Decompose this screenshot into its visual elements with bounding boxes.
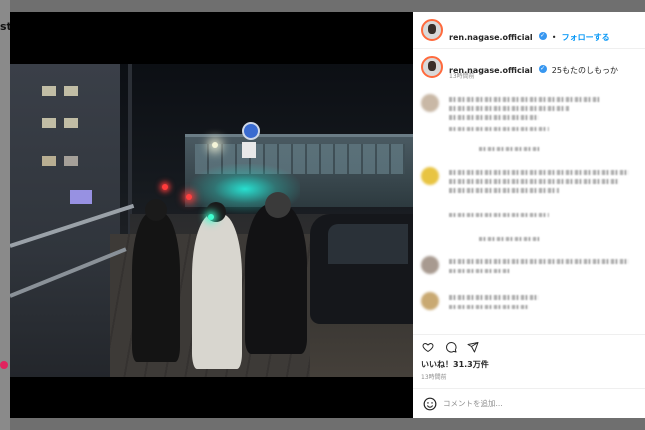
comment-text-blurred (449, 179, 619, 184)
author-avatar[interactable] (421, 19, 443, 41)
person-white-jacket (192, 214, 242, 369)
comment-avatar (421, 94, 439, 112)
comment-icon[interactable] (445, 341, 457, 353)
person-head (265, 192, 291, 218)
heart-icon[interactable] (422, 341, 434, 353)
window (42, 86, 56, 96)
traffic-light-green (208, 214, 214, 220)
traffic-light-red (186, 194, 192, 200)
person-head (145, 199, 167, 221)
car-window (328, 224, 408, 264)
post-header: ren.nagase.official ✓ • フォローする (413, 12, 645, 49)
window (64, 118, 78, 128)
window (70, 190, 92, 204)
building-left (10, 64, 120, 377)
traffic-light-red (162, 184, 168, 190)
road-sign-plate (242, 142, 256, 158)
window (64, 156, 78, 166)
post-media[interactable] (10, 12, 413, 418)
comment-avatar (421, 167, 439, 185)
person-dark-jacket (245, 204, 307, 354)
header-line: ren.nagase.official ✓ • フォローする (449, 25, 610, 44)
window (64, 86, 78, 96)
verified-badge-icon: ✓ (538, 31, 547, 40)
share-icon[interactable] (467, 341, 479, 353)
emoji-icon[interactable] (423, 397, 437, 411)
author-username[interactable]: ren.nagase.official (449, 33, 533, 42)
street-lamp (212, 142, 218, 148)
comment-avatar (421, 256, 439, 274)
comment-meta-blurred (449, 305, 529, 309)
caption-avatar[interactable] (421, 56, 443, 78)
comment-text-blurred (449, 188, 559, 193)
comment-text-blurred (449, 259, 629, 264)
notification-dot (0, 361, 8, 369)
follow-button[interactable]: フォローする (562, 33, 610, 42)
like-count[interactable]: いいね！31.3万件 (421, 359, 489, 370)
comment-meta-blurred (449, 269, 509, 273)
post-photo (10, 64, 413, 377)
window (42, 156, 56, 166)
comment-text-blurred (449, 115, 539, 120)
separator: • (551, 33, 557, 42)
comment-text-blurred (449, 170, 629, 175)
comment-text-blurred (449, 295, 539, 300)
comment-text-blurred (449, 97, 599, 102)
comment-replies-blurred (479, 237, 539, 241)
road-sign (242, 122, 260, 140)
caption-time: 13時間前 (449, 73, 475, 80)
verified-badge-icon: ✓ (538, 64, 547, 73)
add-comment-input[interactable]: コメントを追加... (443, 398, 503, 409)
person-black-jacket (132, 212, 180, 362)
comment-meta-blurred (449, 213, 549, 217)
add-comment-bar: コメントを追加... (413, 388, 645, 419)
comment-meta-blurred (449, 127, 549, 131)
comment-text-blurred (449, 106, 569, 111)
post-time[interactable]: 13時間前 (421, 372, 447, 381)
window (42, 118, 56, 128)
comment-avatar (421, 292, 439, 310)
caption-text: 25もたのしもっか (551, 66, 618, 75)
comment-replies-blurred (479, 147, 539, 151)
post-side-panel: ren.nagase.official ✓ • フォローする ren.nagas… (413, 12, 645, 418)
